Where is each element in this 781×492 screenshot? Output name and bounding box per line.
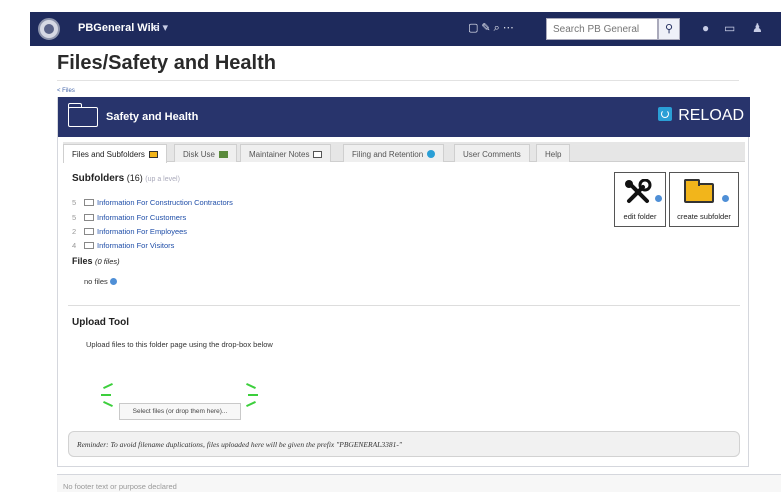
folder-panel: Safety and Health RELOAD Files and Subfo… xyxy=(57,97,750,467)
subfolder-item[interactable]: 5 Information For Construction Contractor… xyxy=(72,198,233,210)
main-menu-button[interactable]: ≡ ▾ xyxy=(153,21,168,34)
folder-icon xyxy=(84,214,94,221)
sparkle-icon xyxy=(103,382,113,390)
create-subfolder-button[interactable]: create subfolder xyxy=(669,172,739,227)
sparkle-icon xyxy=(103,400,113,408)
tab-maintainer-notes[interactable]: Maintainer Notes xyxy=(240,144,332,162)
tab-user-comments[interactable]: User Comments xyxy=(454,144,530,162)
up-level-link[interactable]: (up a level) xyxy=(145,176,180,183)
files-heading: Files (0 files) xyxy=(72,256,120,266)
edit-folder-button[interactable]: edit folder xyxy=(614,172,666,227)
folder-title: Safety and Health xyxy=(106,111,199,123)
tab-disk-use[interactable]: Disk Use xyxy=(174,144,238,162)
folder-tabs: Files and Subfolders Disk Use Maintainer… xyxy=(63,142,745,163)
search-icon: ⚲ xyxy=(664,23,674,35)
top-navbar: PBGeneral Wiki ≡ ▾ ▢✎⌕⋯ ⚲ ● ▭ ♟ xyxy=(30,12,781,46)
tab-files-and-subfolders[interactable]: Files and Subfolders xyxy=(63,144,167,163)
note-icon xyxy=(313,151,323,158)
site-name[interactable]: PBGeneral Wiki xyxy=(78,22,160,34)
new-page-icon[interactable]: ▢ xyxy=(468,22,481,34)
chart-icon xyxy=(219,151,229,158)
discuss-icon[interactable]: ⌕ xyxy=(494,22,503,34)
search-input[interactable] xyxy=(546,18,658,40)
page-title: Files/Safety and Health xyxy=(57,52,276,74)
subfolder-item[interactable]: 4 Information For Visitors xyxy=(72,241,174,253)
footer: No footer text or purpose declared xyxy=(57,474,781,492)
no-files-text: no files xyxy=(84,277,117,286)
upload-description: Upload files to this folder page using t… xyxy=(86,340,273,349)
search-button[interactable]: ⚲ xyxy=(658,18,680,40)
help-icon xyxy=(722,195,729,202)
sparkle-icon xyxy=(248,394,258,396)
reload-label: RELOAD xyxy=(678,107,744,124)
edit-icon[interactable]: ✎ xyxy=(481,22,493,34)
more-icon[interactable]: ⋯ xyxy=(503,22,517,34)
subfolder-item[interactable]: 5 Information For Customers xyxy=(72,213,186,225)
bell-icon[interactable]: ● xyxy=(702,21,709,35)
sparkle-icon xyxy=(246,382,256,390)
folder-icon xyxy=(84,242,94,249)
help-icon xyxy=(655,195,662,202)
page-tools: ▢✎⌕⋯ xyxy=(468,21,517,35)
sparkle-icon xyxy=(101,394,111,396)
section-divider xyxy=(68,305,740,306)
breadcrumb-files[interactable]: < Files xyxy=(57,88,75,94)
files-count: (0 files) xyxy=(95,257,120,266)
select-files-button[interactable]: Select files (or drop them here)... xyxy=(119,403,241,420)
upload-tool-heading: Upload Tool xyxy=(72,317,130,328)
help-icon[interactable] xyxy=(109,278,117,285)
reminder-note: Reminder: To avoid filename duplications… xyxy=(68,431,740,457)
user-icon[interactable]: ♟ xyxy=(752,21,763,35)
sparkle-icon xyxy=(246,400,256,408)
info-icon xyxy=(427,150,436,158)
site-logo[interactable] xyxy=(38,18,60,40)
title-divider xyxy=(57,80,739,81)
folder-icon xyxy=(148,151,158,158)
folder-icon xyxy=(68,103,98,127)
subfolder-item[interactable]: 2 Information For Employees xyxy=(72,227,187,239)
tools-icon xyxy=(625,179,652,203)
reload-icon xyxy=(658,107,673,121)
folder-icon xyxy=(84,228,94,235)
folder-header: Safety and Health RELOAD xyxy=(58,97,750,137)
reload-button[interactable]: RELOAD xyxy=(658,107,744,125)
folder-icon xyxy=(84,199,94,206)
chat-icon[interactable]: ▭ xyxy=(724,21,735,35)
tab-filing-and-retention[interactable]: Filing and Retention xyxy=(343,144,445,162)
subfolders-heading: Subfolders (16) (up a level) xyxy=(72,173,180,184)
folder-icon xyxy=(684,179,714,203)
subfolders-count: (16) xyxy=(126,173,143,183)
tab-help[interactable]: Help xyxy=(536,144,571,162)
